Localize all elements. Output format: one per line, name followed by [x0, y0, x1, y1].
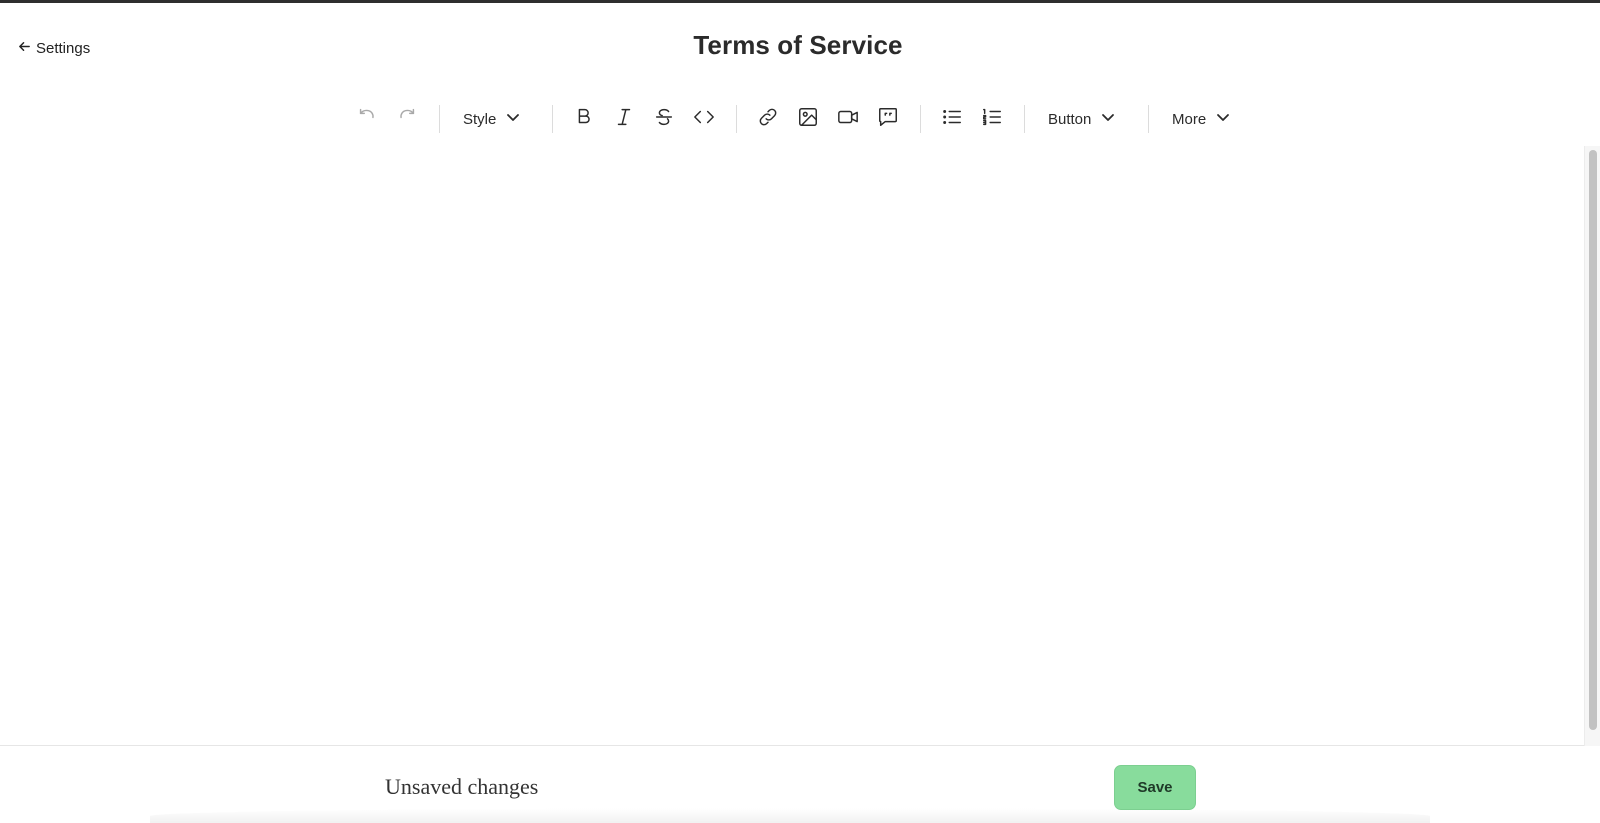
button-dropdown[interactable]: Button: [1048, 103, 1115, 135]
redo-button[interactable]: [391, 103, 423, 135]
chevron-down-icon: [506, 110, 520, 128]
bold-button[interactable]: [568, 103, 600, 135]
code-icon: [693, 106, 715, 133]
editor-content-area[interactable]: [0, 146, 1584, 746]
style-dropdown-label: Style: [463, 110, 497, 128]
bullet-list-icon: [941, 106, 963, 133]
link-icon: [757, 106, 779, 133]
more-dropdown-label: More: [1172, 110, 1207, 128]
editor-scrollbar[interactable]: [1584, 146, 1600, 746]
bullet-list-button[interactable]: [936, 103, 968, 135]
page-title: Terms of Service: [693, 30, 903, 60]
window-top-border: [0, 0, 1600, 3]
video-icon: [837, 106, 859, 133]
editor-toolbar: Style Button More: [0, 99, 1596, 139]
strikethrough-icon: [653, 106, 675, 133]
save-bar-shadow: [150, 808, 1430, 823]
link-button[interactable]: [752, 103, 784, 135]
strikethrough-button[interactable]: [648, 103, 680, 135]
video-button[interactable]: [832, 103, 864, 135]
bold-icon: [573, 106, 595, 133]
chevron-down-icon: [1216, 110, 1230, 128]
redo-icon: [396, 106, 418, 133]
button-dropdown-label: Button: [1048, 110, 1092, 128]
toolbar-divider: [920, 105, 921, 133]
toolbar-divider: [736, 105, 737, 133]
chevron-down-icon: [1101, 110, 1115, 128]
quote-bubble-icon: [877, 106, 899, 133]
toolbar-divider: [1024, 105, 1025, 133]
image-icon: [797, 106, 819, 133]
undo-icon: [356, 106, 378, 133]
numbered-list-icon: [981, 106, 1003, 133]
style-dropdown[interactable]: Style: [463, 103, 520, 135]
quote-button[interactable]: [872, 103, 904, 135]
save-button[interactable]: Save: [1114, 765, 1196, 810]
toolbar-divider: [439, 105, 440, 133]
save-bar: Unsaved changes Save: [0, 745, 1584, 823]
undo-button[interactable]: [351, 103, 383, 135]
code-button[interactable]: [688, 103, 720, 135]
scrollbar-thumb[interactable]: [1589, 150, 1597, 730]
unsaved-changes-status: Unsaved changes: [385, 774, 539, 799]
toolbar-divider: [1148, 105, 1149, 133]
more-dropdown[interactable]: More: [1172, 103, 1230, 135]
italic-button[interactable]: [608, 103, 640, 135]
italic-icon: [613, 106, 635, 133]
numbered-list-button[interactable]: [976, 103, 1008, 135]
toolbar-divider: [552, 105, 553, 133]
image-button[interactable]: [792, 103, 824, 135]
